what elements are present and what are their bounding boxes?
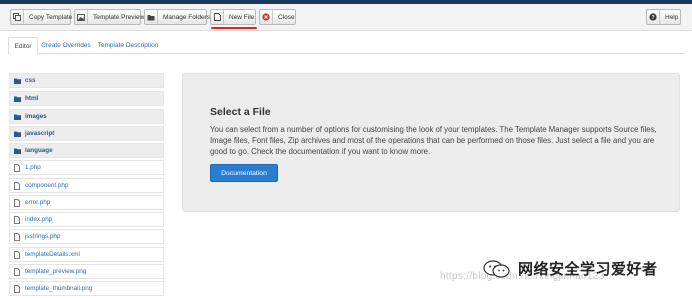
tab-template-description[interactable]: Template Description xyxy=(97,37,159,54)
tree-folder-label: language xyxy=(25,147,53,154)
folder-icon xyxy=(14,94,22,103)
toolbar: Copy Template Template Preview Manage Fo… xyxy=(0,4,692,31)
panel-description: You can select from a number of options … xyxy=(210,125,657,157)
close-icon xyxy=(260,10,273,24)
tree-file-error-php[interactable]: error.php xyxy=(9,195,164,210)
copy-template-button[interactable]: Copy Template xyxy=(10,9,72,25)
file-icon xyxy=(14,198,22,207)
close-button[interactable]: Close xyxy=(259,9,296,25)
tree-folder-label: css xyxy=(25,77,36,84)
help-icon: ? xyxy=(647,10,660,24)
watermark: 网络安全学习爱好者 xyxy=(482,258,658,279)
folder-icon xyxy=(14,129,22,138)
wechat-logo-icon xyxy=(483,259,510,278)
tree-folder-images[interactable]: images xyxy=(9,109,164,124)
tab-editor[interactable]: Editor xyxy=(8,37,38,55)
file-icon xyxy=(14,215,22,224)
file-icon xyxy=(14,181,22,190)
file-icon xyxy=(14,267,22,276)
new-file-button[interactable]: New File xyxy=(210,9,256,25)
tree-file-label: error.php xyxy=(25,199,51,206)
file-icon xyxy=(14,250,22,259)
tree-folder-css[interactable]: css xyxy=(9,73,164,88)
tree-file-template-preview-png[interactable]: template_preview.png xyxy=(9,264,164,279)
template-preview-label: Template Preview xyxy=(93,13,145,21)
tree-folder-label: images xyxy=(25,113,47,120)
tree-file-label: templateDetails.xml xyxy=(25,251,80,258)
help-button[interactable]: ? Help xyxy=(646,9,681,25)
tree-folder-label: javascript xyxy=(25,130,55,137)
folder-icon xyxy=(14,146,22,155)
copy-template-label: Copy Template xyxy=(29,13,73,21)
folder-icon xyxy=(145,10,158,24)
template-preview-button[interactable]: Template Preview xyxy=(74,9,144,25)
copy-icon xyxy=(11,10,24,24)
tree-file-template-thumbnail-png[interactable]: template_thumbnail.png xyxy=(9,281,164,296)
image-icon xyxy=(75,10,88,24)
tree-file-label: template_thumbnail.png xyxy=(25,285,93,292)
new-file-highlight-underline xyxy=(211,27,257,29)
select-file-panel: Select a File You can select from a numb… xyxy=(182,73,680,212)
new-file-label: New File xyxy=(229,13,255,21)
tree-folder-javascript[interactable]: javascript xyxy=(9,126,164,141)
folder-icon xyxy=(14,112,22,121)
tree-folder-language[interactable]: language xyxy=(9,143,164,158)
tree-file-templatedetails-xml[interactable]: templateDetails.xml xyxy=(9,247,164,262)
panel-title: Select a File xyxy=(210,106,271,118)
manage-folders-button[interactable]: Manage Folders xyxy=(144,9,210,25)
tab-create-overrides[interactable]: Create Overrides xyxy=(41,37,91,54)
watermark-text: 网络安全学习爱好者 xyxy=(518,261,658,278)
tree-file-index-php[interactable]: index.php xyxy=(9,212,164,227)
documentation-button[interactable]: Documentation xyxy=(210,164,278,182)
tree-folder-html[interactable]: html xyxy=(9,91,164,106)
tree-file-label: template_preview.png xyxy=(25,268,87,275)
tree-folder-label: html xyxy=(25,95,39,102)
tree-file-1-php[interactable]: 1.php xyxy=(9,160,164,175)
tree-file-label: component.php xyxy=(25,182,69,189)
file-icon xyxy=(14,163,22,172)
help-label: Help xyxy=(665,13,679,21)
folder-icon xyxy=(14,76,22,85)
close-label: Close xyxy=(278,13,295,21)
tree-file-jsstrings-php[interactable]: jsstrings.php xyxy=(9,229,164,244)
tree-file-label: index.php xyxy=(25,216,53,223)
file-icon xyxy=(14,232,22,241)
tree-file-label: jsstrings.php xyxy=(25,233,61,240)
editor-tabs: Editor Create Overrides Template Descrip… xyxy=(8,37,684,55)
file-icon xyxy=(14,284,22,293)
tree-file-component-php[interactable]: component.php xyxy=(9,178,164,193)
new-file-icon xyxy=(211,10,224,24)
tree-file-label: 1.php xyxy=(25,164,41,171)
manage-folders-label: Manage Folders xyxy=(163,13,210,21)
